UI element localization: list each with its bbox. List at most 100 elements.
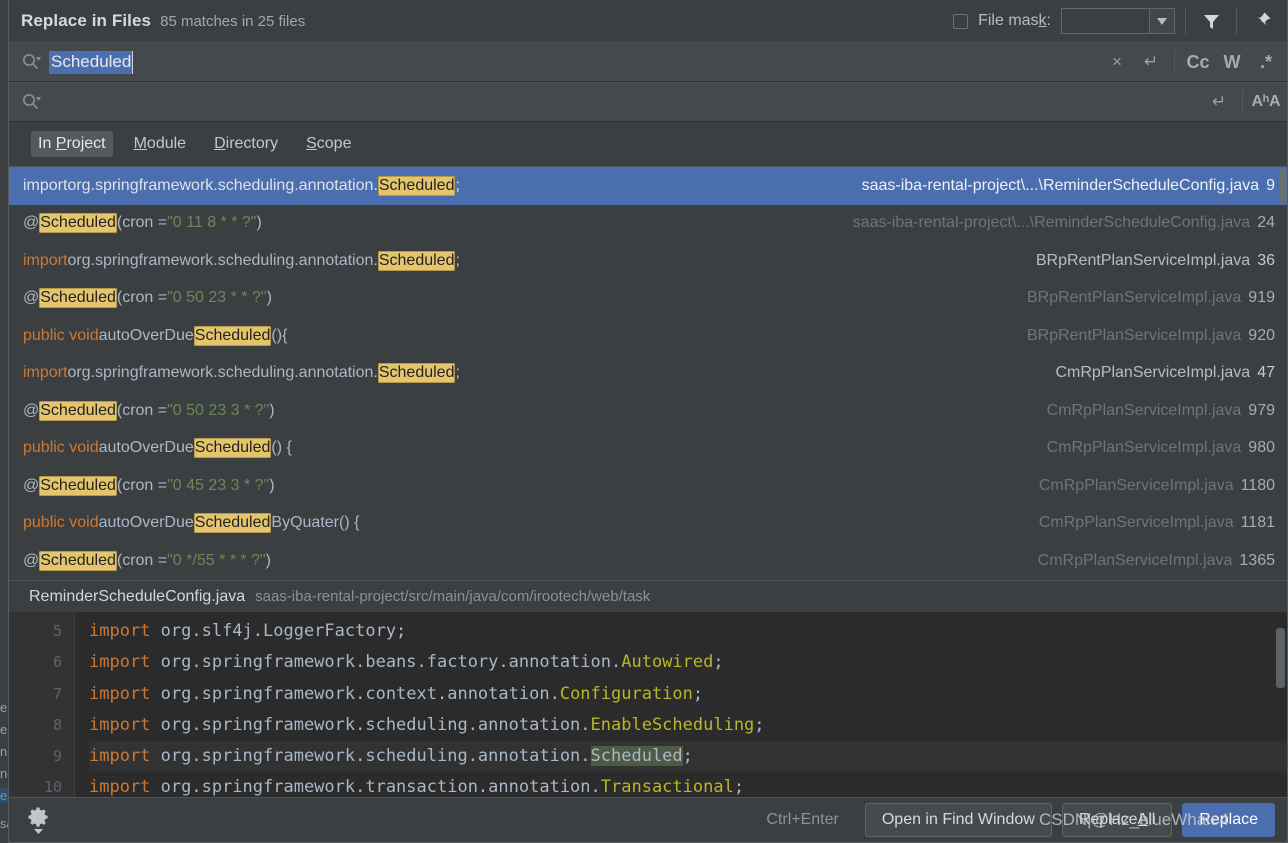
funnel-icon[interactable] bbox=[1196, 6, 1226, 36]
code-segment: autoOverDue bbox=[98, 514, 194, 532]
code-segment: @ bbox=[23, 214, 40, 232]
result-row[interactable]: public void autoOverDue Scheduled ByQuater… bbox=[9, 505, 1287, 543]
result-file-location: BRpRentPlanServiceImpl.java 919 bbox=[1027, 289, 1275, 307]
code-segment: public void bbox=[23, 439, 99, 457]
code-token: import bbox=[89, 652, 161, 673]
result-file-name: saas-iba-rental-project\...\ReminderSche… bbox=[861, 176, 1260, 194]
code-preview[interactable]: 5 6 7 8 9 10 import org.slf4j.LoggerFactory; i… bbox=[9, 612, 1287, 797]
result-row[interactable]: import org.springframework.scheduling.an… bbox=[9, 242, 1287, 280]
line-number: 5 bbox=[52, 622, 62, 640]
code-segment: import bbox=[23, 364, 68, 382]
code-segment: public void bbox=[23, 514, 99, 532]
results-scrollbar[interactable] bbox=[1278, 167, 1287, 580]
search-actions-divider bbox=[1174, 50, 1175, 74]
code-scrollbar-thumb[interactable] bbox=[1276, 628, 1285, 688]
code-segment: (cron = bbox=[116, 214, 168, 232]
result-line-number: 24 bbox=[1257, 214, 1275, 232]
code-segment: (cron = bbox=[116, 289, 168, 307]
code-line: import org.springframework.transaction.a… bbox=[89, 772, 1287, 797]
match-highlight: Scheduled bbox=[377, 250, 456, 271]
pin-icon[interactable] bbox=[1247, 6, 1277, 36]
code-token: ; bbox=[733, 777, 745, 797]
result-file-location: CmRpPlanServiceImpl.java 47 bbox=[1055, 364, 1275, 382]
dialog-footer: Ctrl+Enter Open in Find Window Replace A… bbox=[9, 797, 1287, 842]
file-mask-combo[interactable] bbox=[1061, 8, 1175, 34]
code-token: org.springframework.scheduling.annotatio… bbox=[160, 714, 591, 735]
result-code-snippet: import org.springframework.scheduling.an… bbox=[23, 363, 460, 384]
result-row[interactable]: import org.springframework.scheduling.an… bbox=[9, 167, 1287, 205]
code-token: EnableScheduling bbox=[590, 714, 755, 735]
line-number: 6 bbox=[52, 653, 62, 672]
result-row[interactable]: @ Scheduled (cron = "0 50 23 * * ?") BRpRen… bbox=[9, 280, 1287, 318]
search-input[interactable]: Scheduled bbox=[49, 50, 1100, 74]
code-segment: ; bbox=[455, 251, 460, 269]
result-code-snippet: @ Scheduled (cron = "0 11 8 * * ?") bbox=[23, 213, 262, 234]
code-segment: ) bbox=[256, 214, 262, 232]
result-row[interactable]: public void autoOverDue Scheduled(){BRpRe… bbox=[9, 317, 1287, 355]
match-highlight: Scheduled bbox=[193, 325, 272, 346]
result-row[interactable]: @ Scheduled (cron = "0 */55 * * * ?") CmRpP… bbox=[9, 542, 1287, 580]
code-segment: import bbox=[23, 176, 68, 194]
gear-icon[interactable] bbox=[27, 806, 49, 834]
multiline-toggle-icon-replace[interactable]: ↵ bbox=[1202, 85, 1236, 119]
scope-tab-in-project[interactable]: In Project bbox=[31, 131, 113, 157]
code-segment: autoOverDue bbox=[98, 326, 194, 344]
results-scrollbar-thumb[interactable] bbox=[1279, 169, 1286, 203]
match-case-toggle[interactable]: Cc bbox=[1181, 45, 1215, 79]
result-line-number: 9 bbox=[1266, 176, 1275, 194]
code-token: import bbox=[89, 714, 161, 735]
code-token: import bbox=[89, 746, 161, 767]
code-line: import org.springframework.scheduling.an… bbox=[89, 710, 1287, 741]
result-row[interactable]: @ Scheduled (cron = "0 50 23 3 * ?") CmRpPl… bbox=[9, 392, 1287, 430]
code-token: Autowired bbox=[621, 652, 714, 673]
result-row[interactable]: @ Scheduled (cron = "0 11 8 * * ?") saas-ib… bbox=[9, 205, 1287, 243]
page-title: Replace in Files bbox=[21, 11, 152, 30]
open-in-find-window-button[interactable]: Open in Find Window bbox=[864, 803, 1052, 837]
file-mask-input[interactable] bbox=[1061, 8, 1149, 34]
code-segment: org.springframework.scheduling.annotatio… bbox=[67, 176, 378, 194]
file-mask-label: File mask: bbox=[978, 12, 1051, 29]
code-segment: "0 11 8 * * ?" bbox=[167, 214, 257, 232]
search-field-row[interactable]: Scheduled × ↵ Cc W .* bbox=[9, 42, 1287, 82]
result-code-snippet: @ Scheduled (cron = "0 45 23 3 * ?") bbox=[23, 475, 275, 496]
code-token: ; bbox=[754, 714, 765, 735]
replace-all-button[interactable]: Replace All bbox=[1061, 803, 1173, 837]
result-file-name: BRpRentPlanServiceImpl.java bbox=[1026, 326, 1242, 344]
code-segment: "0 50 23 * * ?" bbox=[167, 289, 267, 307]
match-highlight: Scheduled bbox=[193, 438, 272, 459]
search-icon-replace bbox=[21, 92, 41, 112]
multiline-toggle-icon[interactable]: ↵ bbox=[1134, 45, 1168, 79]
scope-tabs: In Project Module Directory Scope bbox=[9, 122, 1287, 166]
preserve-case-toggle[interactable]: AʰA bbox=[1249, 85, 1283, 119]
result-row[interactable]: import org.springframework.scheduling.an… bbox=[9, 355, 1287, 393]
results-list[interactable]: import org.springframework.scheduling.an… bbox=[9, 166, 1287, 580]
code-token: ; bbox=[692, 683, 704, 704]
code-segment: org.springframework.scheduling.annotatio… bbox=[67, 251, 378, 269]
result-code-snippet: @ Scheduled (cron = "0 50 23 * * ?") bbox=[23, 288, 272, 309]
replace-button[interactable]: Replace bbox=[1182, 803, 1275, 837]
match-highlight: Scheduled bbox=[39, 288, 117, 309]
scope-tab-scope[interactable]: Scope bbox=[299, 131, 358, 157]
scope-tab-module[interactable]: Module bbox=[127, 131, 193, 157]
code-segment: ; bbox=[455, 176, 460, 194]
result-file-name: CmRpPlanServiceImpl.java bbox=[1038, 514, 1234, 532]
code-segment: () { bbox=[271, 439, 292, 457]
clear-search-icon[interactable]: × bbox=[1100, 45, 1134, 79]
regex-toggle[interactable]: .* bbox=[1249, 45, 1283, 79]
scope-tab-directory[interactable]: Directory bbox=[207, 131, 285, 157]
code-lines: import org.slf4j.LoggerFactory; import or… bbox=[75, 612, 1287, 797]
result-line-number: 979 bbox=[1248, 401, 1275, 419]
code-segment: org.springframework.scheduling.annotatio… bbox=[67, 364, 378, 382]
result-row[interactable]: public void autoOverDue Scheduled() {CmRp… bbox=[9, 430, 1287, 468]
search-row-actions: × ↵ Cc W .* bbox=[1100, 45, 1287, 79]
whole-words-toggle[interactable]: W bbox=[1215, 45, 1249, 79]
result-line-number: 1181 bbox=[1240, 514, 1275, 532]
line-number: 7 bbox=[52, 684, 62, 703]
code-token: org.springframework.context.annotation. bbox=[160, 683, 560, 704]
file-mask-checkbox[interactable] bbox=[953, 13, 969, 29]
result-row[interactable]: @ Scheduled (cron = "0 45 23 3 * ?") CmRpPl… bbox=[9, 467, 1287, 505]
chevron-down-icon[interactable] bbox=[1149, 8, 1175, 34]
code-segment: @ bbox=[23, 476, 40, 494]
code-match-highlight: Scheduled bbox=[590, 746, 683, 767]
replace-field-row[interactable]: ↵ AʰA bbox=[9, 82, 1287, 122]
